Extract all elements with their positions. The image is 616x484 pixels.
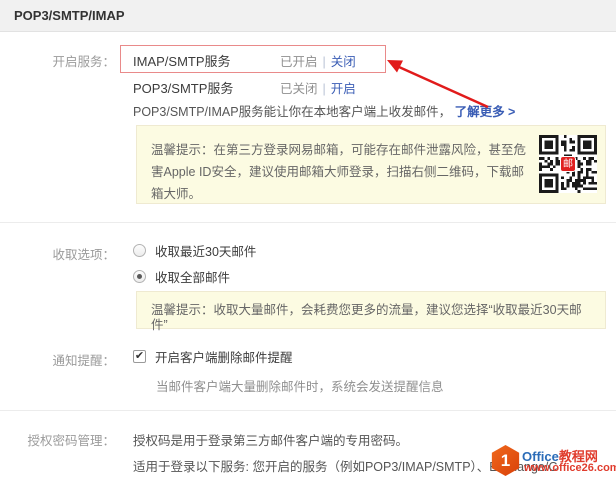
- service-name-imap-smtp: IMAP/SMTP服务: [133, 51, 231, 70]
- status-text: 已关闭: [280, 82, 318, 96]
- traffic-tip-box: 温馨提示：收取大量邮件，会耗费您更多的流量，建议您选择“收取最近30天邮件”: [136, 291, 606, 329]
- radio-label: 收取全部邮件: [155, 267, 230, 286]
- radio-all-mail[interactable]: [133, 270, 146, 283]
- status-text: 已开启: [280, 55, 318, 69]
- checkbox-label: 开启客户端删除邮件提醒: [155, 347, 293, 366]
- services-section-label: 开启服务：: [0, 51, 115, 70]
- delete-reminder-option[interactable]: ✔ 开启客户端删除邮件提醒: [133, 347, 293, 366]
- mail-master-qr-badge: 邮: [560, 156, 576, 172]
- qr-code: 邮: [539, 135, 597, 193]
- section-divider: [0, 222, 616, 223]
- fetch-option-all-mail[interactable]: 收取全部邮件: [133, 267, 230, 286]
- service-status-pop3-smtp: 已关闭 | 开启: [280, 78, 356, 97]
- settings-content: 开启服务： IMAP/SMTP服务 已开启 | 关闭 POP3/SMTP服务 已关闭…: [0, 32, 616, 483]
- delete-reminder-checkbox[interactable]: ✔: [133, 350, 146, 363]
- fetch-option-recent-30-days[interactable]: 收取最近30天邮件: [133, 241, 256, 260]
- security-tip-box: 温馨提示：在第三方登录网易邮箱，可能存在邮件泄露风险，甚至危害Apple ID安…: [136, 125, 606, 204]
- services-description-row: POP3/SMTP/IMAP服务能让你在本地客户端上收发邮件， 了解更多 >: [133, 101, 515, 120]
- services-description: POP3/SMTP/IMAP服务能让你在本地客户端上收发邮件，: [133, 105, 451, 119]
- section-divider: [0, 410, 616, 411]
- page-title-bar: POP3/SMTP/IMAP: [0, 0, 616, 32]
- service-name-pop3-smtp: POP3/SMTP服务: [133, 78, 233, 97]
- radio-label: 收取最近30天邮件: [155, 241, 256, 260]
- page-title: POP3/SMTP/IMAP: [14, 8, 125, 23]
- delete-reminder-note: 当邮件客户端大量删除邮件时，系统会发送提醒信息: [156, 376, 444, 395]
- notification-section-label: 通知提醒：: [0, 350, 115, 369]
- site-watermark: 1 Office教程网 www.office26.com: [490, 445, 610, 481]
- fetch-options-section-label: 收取选项：: [0, 244, 115, 263]
- learn-more-link[interactable]: 了解更多 >: [455, 105, 516, 119]
- auth-password-section-label: 授权密码管理：: [0, 430, 115, 449]
- watermark-url: www.office26.com: [524, 462, 616, 474]
- radio-recent-30-days[interactable]: [133, 244, 146, 257]
- status-separator: |: [323, 55, 326, 69]
- close-imap-smtp-link[interactable]: 关闭: [331, 55, 356, 69]
- status-separator: |: [323, 82, 326, 96]
- office-hexagon-logo-icon: 1: [490, 445, 521, 476]
- security-tip-text: 温馨提示：在第三方登录网易邮箱，可能存在邮件泄露风险，甚至危害Apple ID安…: [151, 139, 531, 205]
- traffic-tip-text: 温馨提示：收取大量邮件，会耗费您更多的流量，建议您选择“收取最近30天邮件”: [151, 303, 582, 332]
- open-pop3-smtp-link[interactable]: 开启: [331, 82, 356, 96]
- service-status-imap-smtp: 已开启 | 关闭: [280, 51, 356, 70]
- auth-password-line1: 授权码是用于登录第三方邮件客户端的专用密码。: [133, 430, 408, 449]
